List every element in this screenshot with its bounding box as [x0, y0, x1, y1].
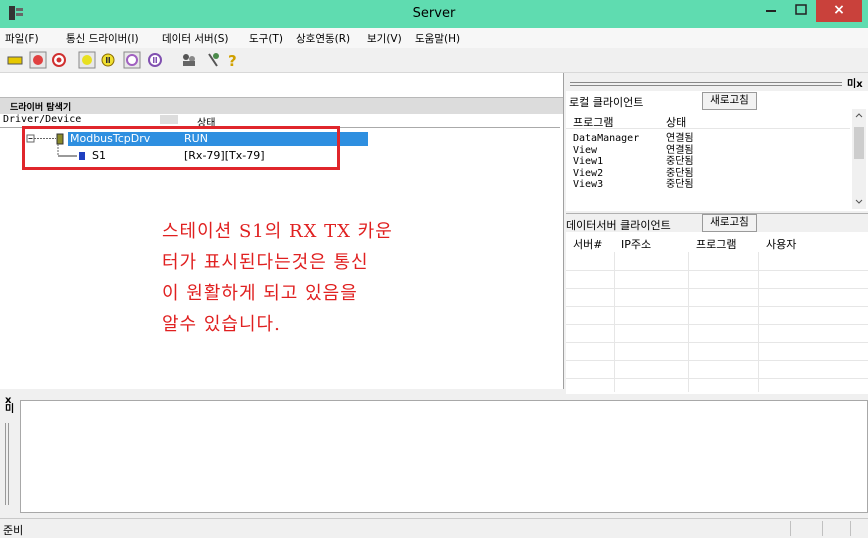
list-item: 연결됨 — [666, 144, 694, 156]
maximize-button[interactable] — [786, 0, 816, 22]
log-output-area[interactable] — [20, 400, 868, 513]
record-icon[interactable] — [29, 51, 47, 69]
open-icon[interactable] — [6, 51, 24, 69]
minimize-button[interactable] — [756, 0, 786, 22]
right-panel-header: 미x — [566, 73, 868, 91]
list-item: 중단됨 — [666, 179, 694, 190]
annotation-line: 알수 있습니다. — [162, 314, 281, 335]
play-icon[interactable] — [78, 51, 96, 69]
col-ip[interactable]: IP주소 — [621, 236, 651, 252]
local-client-title: 로컬 클라이언트 — [569, 96, 644, 109]
list-item[interactable]: View — [573, 145, 639, 157]
menu-file[interactable]: 파일(F) — [5, 31, 39, 46]
highlight-box — [22, 126, 340, 170]
log-side-bar: x 미 — [0, 393, 20, 513]
help-icon[interactable]: ? — [224, 51, 242, 69]
settings-icon[interactable] — [204, 51, 222, 69]
dataserver-client-title: 데이터서버 클라이언트 — [566, 219, 671, 232]
col-driver-device[interactable]: Driver/Device — [3, 114, 81, 125]
annotation-text: 스테이션 S1의 RX TX 카운 터가 표시된다는것은 통신 이 원활하게 되… — [162, 216, 502, 340]
local-client-pane: 로컬 클라이언트 새로고침 프로그램 상태 DataManager View V… — [566, 91, 868, 211]
local-status-list: 연결됨 연결됨 중단됨 중단됨 중단됨 — [666, 133, 694, 191]
menu-bar: 파일(F) 통신 드라이버(I) 데이터 서버(S) 도구(T) 상호연동(R)… — [0, 28, 868, 48]
menu-tools[interactable]: 도구(T) — [249, 31, 283, 46]
driver-explorer-title: 드라이버 탐색기 — [10, 103, 72, 113]
annotation-line: 터가 표시된다는것은 통신 — [162, 252, 369, 273]
menu-help[interactable]: 도움말(H) — [415, 31, 460, 46]
panel-close-button[interactable]: 미x — [847, 75, 863, 90]
stop-record-icon[interactable] — [50, 51, 68, 69]
list-item[interactable]: View2 — [573, 168, 639, 180]
menu-interop[interactable]: 상호연동(R) — [296, 31, 350, 46]
annotation-line: 스테이션 S1의 RX TX 카운 — [162, 221, 393, 242]
dataserver-client-pane: 데이터서버 클라이언트 새로고침 서버# IP주소 프로그램 사용자 — [566, 213, 868, 394]
pause-alt-icon[interactable] — [146, 51, 164, 69]
list-item[interactable]: View1 — [573, 156, 639, 168]
local-refresh-button[interactable]: 새로고침 — [702, 92, 757, 110]
status-text: 준비 — [3, 524, 24, 537]
list-item: 중단됨 — [666, 167, 694, 179]
column-separator[interactable] — [160, 115, 178, 124]
scroll-down-icon — [855, 199, 863, 204]
close-button[interactable]: × — [816, 0, 862, 22]
dataserver-refresh-button[interactable]: 새로고침 — [702, 214, 757, 232]
log-close-button[interactable]: x 미 — [5, 396, 14, 415]
col-user[interactable]: 사용자 — [766, 236, 796, 252]
list-item[interactable]: View3 — [573, 179, 639, 191]
pause-icon[interactable] — [99, 51, 117, 69]
scroll-thumb — [854, 127, 864, 159]
menu-view[interactable]: 보기(V) — [367, 31, 402, 46]
menu-comm-driver[interactable]: 통신 드라이버(I) — [66, 31, 139, 46]
maximize-icon — [795, 4, 807, 15]
col-server-no[interactable]: 서버# — [573, 236, 602, 252]
users-icon[interactable] — [180, 51, 198, 69]
local-program-list: DataManager View View1 View2 View3 — [573, 133, 639, 191]
forward-icon[interactable] — [123, 51, 141, 69]
list-item: 중단됨 — [666, 156, 694, 167]
scroll-up-icon — [855, 113, 863, 118]
col-program[interactable]: 프로그램 — [696, 236, 736, 252]
list-item[interactable]: DataManager — [573, 133, 639, 145]
window-title: Server — [412, 6, 456, 21]
annotation-line: 이 원활하게 되고 있음을 — [162, 283, 358, 304]
menu-data-server[interactable]: 데이터 서버(S) — [162, 31, 229, 46]
minimize-icon — [766, 10, 776, 12]
status-bar: 준비 — [0, 518, 868, 538]
list-item: 연결됨 — [666, 133, 694, 144]
local-scrollbar[interactable] — [852, 109, 866, 209]
svg-text:?: ? — [228, 52, 237, 69]
driver-explorer-title-bar: 드라이버 탐색기 — [0, 97, 563, 114]
toolbar: ? — [0, 48, 868, 73]
